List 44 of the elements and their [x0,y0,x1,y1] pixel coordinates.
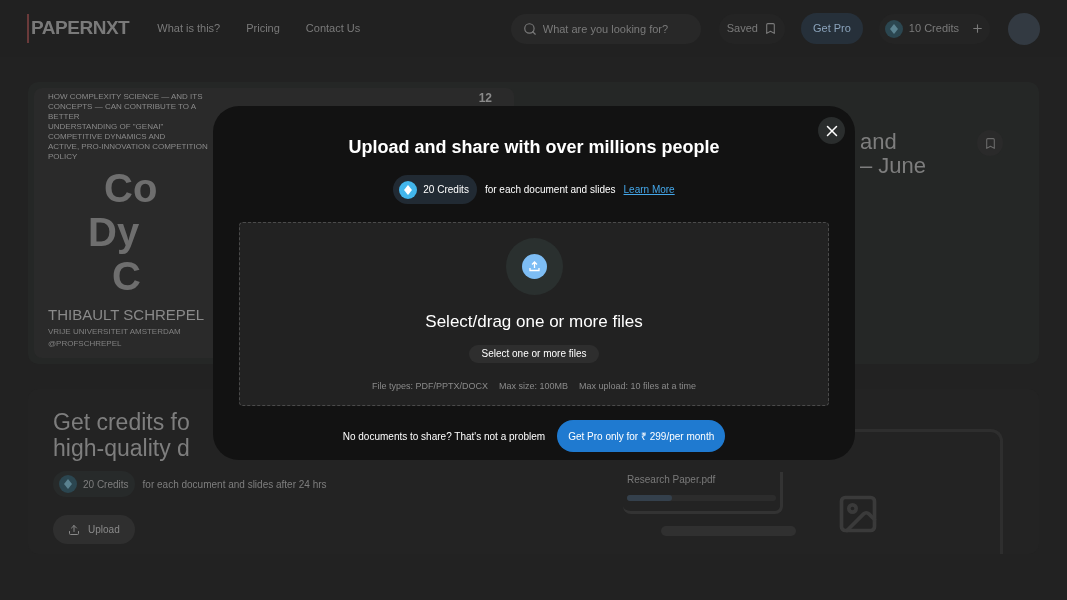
document-title: – June [860,154,927,178]
logo[interactable]: PAPERNXT [27,14,130,43]
plus-icon [971,22,984,35]
footer-note: No documents to share? That's not a problem [342,429,546,444]
page-count: 12 [478,92,492,104]
upload-limit: Max upload: 10 files at a time [579,379,697,393]
promo-title: high-quality d [53,435,190,461]
upload-icon [68,523,80,536]
upload-limit: Max size: 100MB [498,379,568,393]
learn-more-link[interactable]: Learn More [623,182,675,197]
nav-link[interactable]: Pricing [246,20,280,37]
promo-title: Get credits fo [53,409,190,435]
select-files-button[interactable]: Select one or more files [469,344,599,363]
slide-heading-letters: Co [104,166,158,210]
get-pro-button[interactable]: Get Pro [800,13,863,44]
nav-link[interactable]: What is this? [157,20,221,37]
drop-zone[interactable]: Select/drag one or more files Select one or more files File types: PDF/PPTX/DOCX Max size: 100MB Max upload: 10 files at a time [239,222,829,406]
slide-subtitle: HOW COMPLEXITY SCIENCE — AND ITS CONCEPTS — CAN CONTRIBUTE TO A BETTER [48,92,204,122]
search-icon [522,21,537,36]
slide-heading-letters: C [112,254,141,298]
slide-heading-letters: Dy [88,210,140,254]
credits-label: 20 Credits [423,183,469,197]
modal-title: Upload and share with over millions people [348,136,720,159]
file-name: Research Paper.pdf [627,473,716,487]
get-pro-button[interactable]: Get Pro only for ₹ 299/per month [557,420,726,452]
credits-note: for each document and slides [484,183,616,197]
credits-label: 10 Credits [908,21,959,37]
search-field[interactable]: What are you looking for? [510,13,701,44]
credits-note: for each document and slides after 24 hrs [142,477,327,492]
slide-author: THIBAULT SCHREPEL [48,304,205,325]
nav-link[interactable]: Contact Us [305,20,361,37]
credits-label: 20 Credits [83,477,129,492]
slide-subtitle: ACTIVE, PRO-INNOVATION COMPETITION POLICY [48,142,208,162]
drop-title: Select/drag one or more files [425,311,643,333]
slide-affiliation: VRIJE UNIVERSITEIT AMSTERDAM [48,326,181,338]
avatar[interactable] [1008,12,1040,45]
close-button[interactable] [818,117,845,144]
bookmark-icon[interactable] [977,130,1003,156]
upload-button[interactable]: Upload [53,515,135,544]
upload-limit: File types: PDF/PPTX/DOCX [371,379,488,393]
document-title: and [860,130,897,154]
bookmark-icon [763,22,777,35]
slide-handle: @PROFSCHREPEL [48,338,122,350]
slide-subtitle: UNDERSTANDING OF "GENAI" COMPETITIVE DYNAMICS AND [48,122,167,142]
